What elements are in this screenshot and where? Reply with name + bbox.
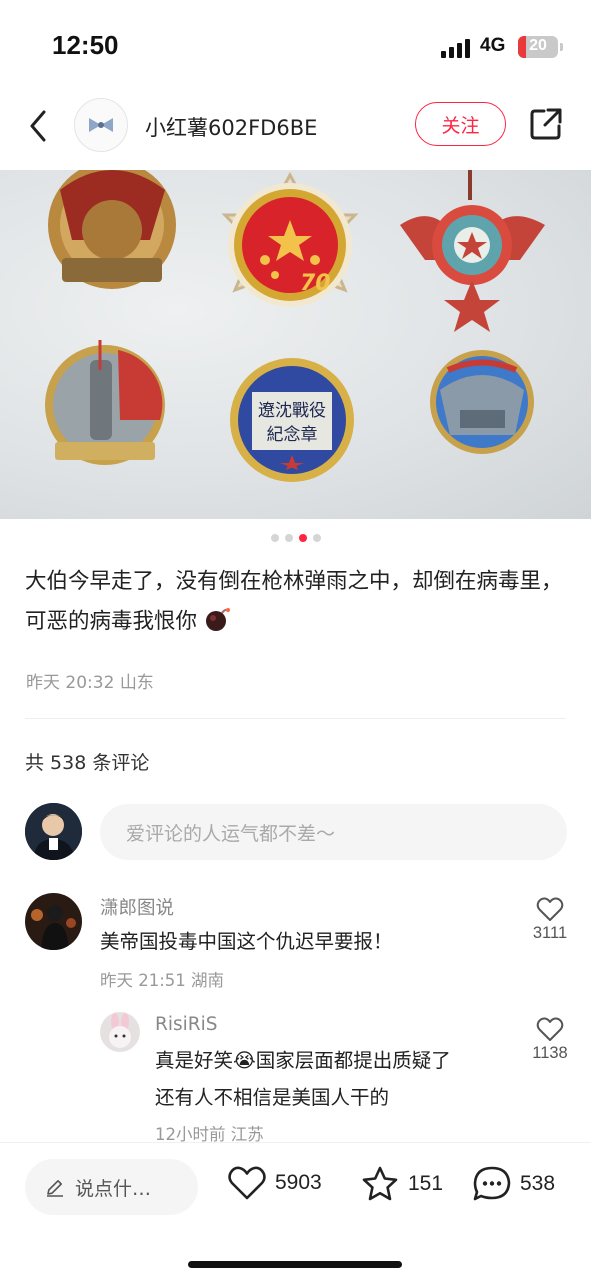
status-bar: 12:50 4G 20 — [0, 0, 591, 90]
bow-icon — [89, 118, 113, 132]
commenter-avatar[interactable] — [100, 1012, 140, 1052]
signal-icon — [441, 38, 473, 58]
comment-text-line: 真是好笑😭国家层面都提出质疑了 — [155, 1049, 451, 1072]
commenter-name[interactable]: 潇郎图说 — [100, 894, 174, 920]
commenter-avatar[interactable] — [25, 893, 82, 950]
comment-like-count: 1138 — [532, 1044, 568, 1062]
my-avatar — [25, 803, 82, 860]
author-avatar[interactable] — [74, 98, 128, 152]
medal-liaoshen: 遼沈戰役 紀念章 — [230, 358, 354, 482]
bomb-emoji-icon — [205, 608, 230, 631]
divider — [25, 718, 566, 719]
medal-blue-round — [430, 350, 534, 454]
svg-text:70: 70 — [300, 271, 331, 296]
comment-count-bottom: 538 — [520, 1172, 556, 1195]
star-icon — [362, 1166, 398, 1201]
nav-bar: 小红薯602FD6BE 关注 — [0, 90, 591, 168]
commenter-name[interactable]: RisiRiS — [155, 1014, 218, 1035]
like-count: 5903 — [275, 1171, 322, 1194]
say-placeholder: 说点什… — [75, 1177, 152, 1200]
post-image[interactable]: 70 遼沈戰役 紀念章 — [0, 170, 591, 519]
avatar-image — [25, 893, 82, 950]
bottom-action-bar: 说点什… 5903 151 538 — [0, 1142, 591, 1280]
medal-silver-soldier — [45, 340, 165, 465]
share-button[interactable] — [528, 106, 564, 142]
carousel-dot — [312, 534, 321, 542]
comment-text[interactable]: 美帝国投毒中国这个仇迟早要报！ — [100, 923, 393, 960]
status-time: 12:50 — [52, 30, 119, 60]
comment-text[interactable]: 真是好笑😭国家层面都提出质疑了 还有人不相信是美国人干的 — [155, 1042, 451, 1116]
avatar-image — [25, 803, 82, 860]
network-type: 4G — [480, 35, 506, 56]
comment-button[interactable]: 538 — [472, 1165, 555, 1203]
medal-text-line1: 遼沈戰役 — [258, 401, 326, 421]
medals-photo: 70 遼沈戰役 紀念章 — [45, 170, 545, 482]
carousel-indicator — [0, 534, 591, 544]
comment-text-line: 还有人不相信是美国人干的 — [155, 1086, 390, 1109]
comment-count: 共 538 条评论 — [25, 752, 150, 774]
post-location: 山东 — [119, 673, 154, 693]
battery-level: 20 — [529, 37, 547, 54]
battery-icon: 20 — [518, 36, 558, 58]
back-icon — [30, 110, 46, 142]
say-something-input[interactable]: 说点什… — [25, 1159, 198, 1215]
follow-button[interactable]: 关注 — [415, 102, 506, 146]
post-text: 大伯今早走了，没有倒在枪林弹雨之中，却倒在病毒里，可恶的病毒我恨你 — [25, 569, 563, 634]
pencil-icon — [47, 1180, 63, 1197]
medal-text-line2: 紀念章 — [267, 424, 318, 445]
comment-time: 昨天 21:51 — [100, 971, 186, 990]
medal-winged — [400, 170, 545, 332]
comment-location: 湖南 — [191, 971, 225, 990]
back-button[interactable] — [24, 106, 54, 146]
medal-gold-soldier — [48, 170, 176, 289]
heart-icon — [536, 897, 564, 921]
favorite-button[interactable]: 151 — [360, 1165, 443, 1203]
carousel-dot-active — [298, 534, 307, 542]
comment-like-button[interactable]: 3111 — [525, 896, 575, 943]
post-content: 大伯今早走了，没有倒在枪林弹雨之中，却倒在病毒里，可恶的病毒我恨你 — [25, 562, 570, 642]
heart-icon — [228, 1166, 266, 1200]
comment-input[interactable]: 爱评论的人运气都不差～ — [100, 804, 567, 860]
comment-bubble-icon — [473, 1166, 511, 1201]
comment-like-button[interactable]: 1138 — [525, 1016, 575, 1063]
home-indicator — [188, 1261, 402, 1268]
avatar-image — [100, 1012, 140, 1052]
post-meta: 昨天 20:32 山东 — [26, 668, 154, 693]
comment-meta: 昨天 21:51 湖南 — [100, 967, 224, 991]
author-name[interactable]: 小红薯602FD6BE — [145, 112, 317, 142]
carousel-dot — [270, 534, 279, 542]
like-button[interactable]: 5903 — [227, 1165, 322, 1201]
post-time: 昨天 20:32 — [26, 673, 115, 693]
share-icon — [530, 108, 562, 140]
medal-red-star-70: 70 — [221, 171, 359, 307]
heart-icon — [536, 1017, 564, 1041]
favorite-count: 151 — [408, 1172, 444, 1195]
carousel-dot — [284, 534, 293, 542]
comment-like-count: 3111 — [532, 924, 568, 942]
